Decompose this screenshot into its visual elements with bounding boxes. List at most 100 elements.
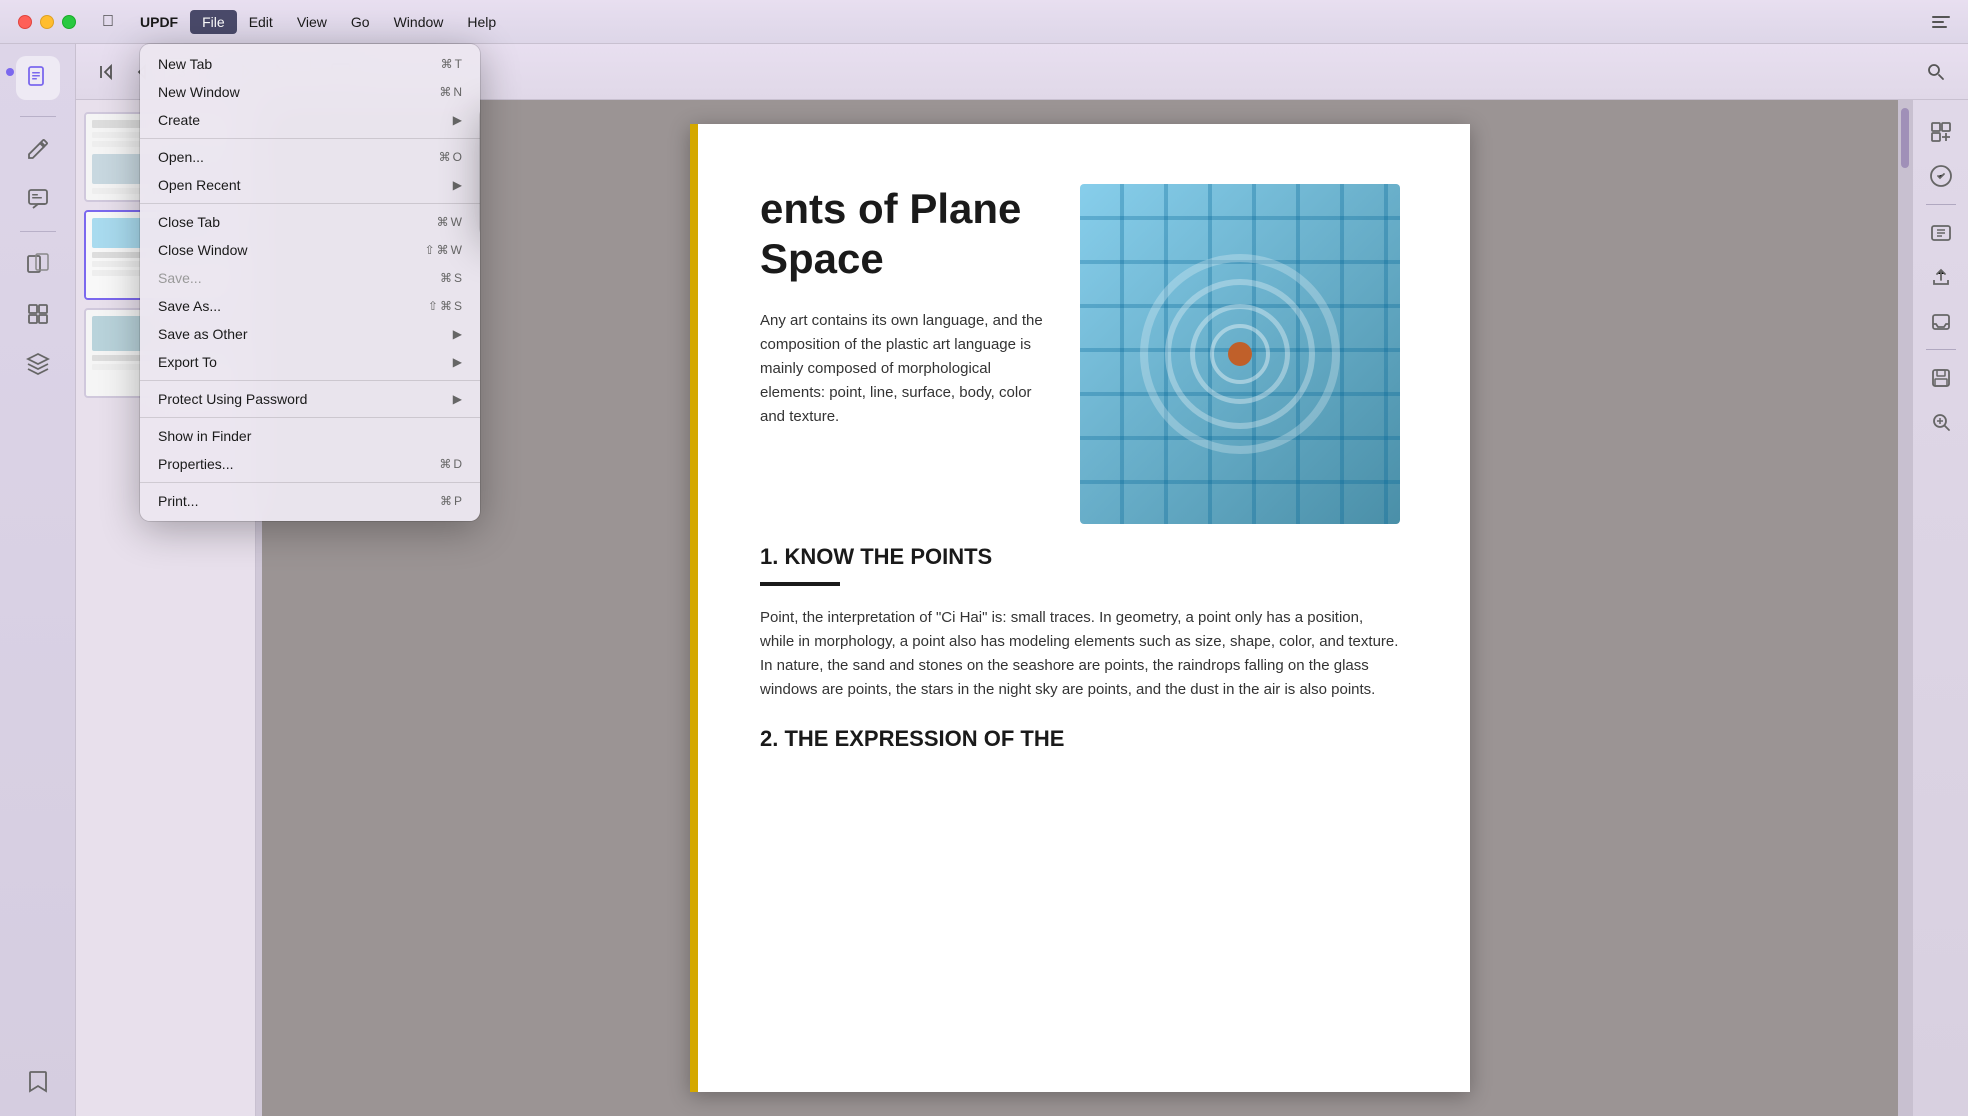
save-icon[interactable] <box>1921 358 1961 398</box>
traffic-lights <box>0 15 76 29</box>
menu-item-new-tab-label: New Tab <box>158 56 441 72</box>
right-divider-2 <box>1926 349 1956 350</box>
circle-center <box>1228 342 1252 366</box>
sidebar-right <box>1912 100 1968 1116</box>
apple-logo[interactable]:  <box>88 13 128 31</box>
menu-view[interactable]: View <box>285 10 339 34</box>
menu-item-open-shortcut: ⌘O <box>439 150 462 164</box>
menu-item-close-window[interactable]: Close Window ⇧⌘W <box>140 236 480 264</box>
right-scrollbar[interactable] <box>1898 100 1912 1116</box>
sidebar-left <box>0 44 76 1116</box>
title-bar:  UPDF File Edit View Go Window Help <box>0 0 1968 44</box>
menu-edit[interactable]: Edit <box>237 10 285 34</box>
create-arrow-icon: ▶ <box>453 113 462 127</box>
menu-item-save-as-other[interactable]: Save as Other ▶ <box>140 320 480 348</box>
close-button[interactable] <box>18 15 32 29</box>
menu-item-show-in-finder[interactable]: Show in Finder <box>140 422 480 450</box>
pdf-image <box>1080 184 1400 524</box>
zoom-icon[interactable] <box>1921 402 1961 442</box>
toolbar-right <box>1920 56 1952 88</box>
menu-item-print-shortcut: ⌘P <box>440 494 462 508</box>
menu-item-new-tab-shortcut: ⌘T <box>441 57 462 71</box>
menu-item-properties-label: Properties... <box>158 456 439 472</box>
menu-item-save-shortcut: ⌘S <box>440 271 462 285</box>
right-divider-1 <box>1926 204 1956 205</box>
sidebar-icon-organize[interactable] <box>16 292 60 336</box>
sidebar-icon-edit[interactable] <box>16 127 60 171</box>
menu-item-open-label: Open... <box>158 149 439 165</box>
menu-item-new-tab[interactable]: New Tab ⌘T <box>140 50 480 78</box>
menu-item-protect-password-label: Protect Using Password <box>158 391 445 407</box>
menu-item-close-window-shortcut: ⇧⌘W <box>425 243 462 257</box>
open-recent-arrow-icon: ▶ <box>453 178 462 192</box>
menu-item-save-as-label: Save As... <box>158 298 428 314</box>
menu-item-export-to-label: Export To <box>158 354 445 370</box>
menu-item-close-tab-shortcut: ⌘W <box>437 215 462 229</box>
sidebar-icon-annotate[interactable] <box>16 177 60 221</box>
menu-item-create-label: Create <box>158 112 445 128</box>
share-icon[interactable] <box>1921 257 1961 297</box>
menu-item-save-label: Save... <box>158 270 440 286</box>
menu-item-new-window-label: New Window <box>158 84 439 100</box>
inbox-icon[interactable] <box>1921 301 1961 341</box>
pdf-page: ents of Plane Space Any art contains its… <box>690 124 1470 1092</box>
menu-item-protect-password[interactable]: Protect Using Password ▶ <box>140 385 480 413</box>
menu-item-save-as[interactable]: Save As... ⇧⌘S <box>140 292 480 320</box>
scan-icon[interactable] <box>1921 213 1961 253</box>
active-indicator <box>6 68 14 76</box>
pdf-image-inner <box>1080 184 1400 524</box>
menu-item-open-recent-label: Open Recent <box>158 177 445 193</box>
menu-item-print-label: Print... <box>158 493 440 509</box>
menu-item-open[interactable]: Open... ⌘O <box>140 143 480 171</box>
menu-item-new-window[interactable]: New Window ⌘N <box>140 78 480 106</box>
title-bar-right <box>1930 11 1968 33</box>
menu-go[interactable]: Go <box>339 10 382 34</box>
menu-item-open-recent[interactable]: Open Recent ▶ <box>140 171 480 199</box>
recognize-icon[interactable] <box>1921 156 1961 196</box>
section-underline <box>760 582 840 586</box>
app-name: UPDF <box>128 14 190 30</box>
menu-item-close-window-label: Close Window <box>158 242 425 258</box>
menu-sep-1 <box>140 138 480 139</box>
menu-item-show-in-finder-label: Show in Finder <box>158 428 462 444</box>
search-button[interactable] <box>1920 56 1952 88</box>
sidebar-icon-bookmark[interactable] <box>16 1060 60 1104</box>
menu-item-save[interactable]: Save... ⌘S <box>140 264 480 292</box>
menu-item-export-to[interactable]: Export To ▶ <box>140 348 480 376</box>
menu-bar:  UPDF File Edit View Go Window Help <box>76 0 508 43</box>
control-center-icon[interactable] <box>1930 11 1952 33</box>
file-menu: New Tab ⌘T New Window ⌘N Create ▶ Blank … <box>140 44 480 521</box>
menu-window[interactable]: Window <box>382 10 456 34</box>
section-2-title: 2. THE EXPRESSION OF THE <box>760 726 1400 752</box>
sidebar-icon-document[interactable] <box>16 56 60 100</box>
menu-item-close-tab[interactable]: Close Tab ⌘W <box>140 208 480 236</box>
sidebar-divider-2 <box>20 231 56 232</box>
page-left-accent <box>690 124 698 1092</box>
pdf-body-2: Point, the interpretation of "Ci Hai" is… <box>760 606 1400 702</box>
minimize-button[interactable] <box>40 15 54 29</box>
maximize-button[interactable] <box>62 15 76 29</box>
menu-sep-2 <box>140 203 480 204</box>
nav-first-button[interactable] <box>92 56 124 88</box>
menu-help[interactable]: Help <box>455 10 508 34</box>
menu-file[interactable]: File <box>190 10 237 34</box>
export-to-arrow-icon: ▶ <box>453 355 462 369</box>
protect-password-arrow-icon: ▶ <box>453 392 462 406</box>
menu-item-create[interactable]: Create ▶ Blank Page PDF from Selection C… <box>140 106 480 134</box>
right-scrollbar-thumb[interactable] <box>1901 108 1909 168</box>
sidebar-icon-pages[interactable] <box>16 242 60 286</box>
menu-item-save-as-other-label: Save as Other <box>158 326 445 342</box>
ocr-icon[interactable] <box>1921 112 1961 152</box>
menu-item-close-tab-label: Close Tab <box>158 214 437 230</box>
section-1-title: 1. KNOW THE POINTS <box>760 544 1400 570</box>
menu-item-new-window-shortcut: ⌘N <box>439 85 462 99</box>
menu-sep-5 <box>140 482 480 483</box>
menu-item-save-as-shortcut: ⇧⌘S <box>428 299 462 313</box>
sidebar-divider-1 <box>20 116 56 117</box>
menu-item-print[interactable]: Print... ⌘P <box>140 487 480 515</box>
sidebar-icon-layers[interactable] <box>16 342 60 386</box>
menu-sep-4 <box>140 417 480 418</box>
menu-item-properties-shortcut: ⌘D <box>439 457 462 471</box>
pdf-main-view: ents of Plane Space Any art contains its… <box>262 100 1898 1116</box>
menu-item-properties[interactable]: Properties... ⌘D <box>140 450 480 478</box>
